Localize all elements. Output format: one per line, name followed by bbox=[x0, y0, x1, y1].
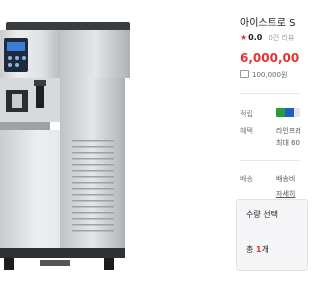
card-benefit-line2: 최대 60 bbox=[276, 139, 300, 147]
product-image[interactable] bbox=[0, 0, 226, 300]
total-suffix: 개 bbox=[261, 245, 269, 254]
product-title: 아이스트로 S bbox=[240, 18, 296, 29]
points-value: 100,000원 bbox=[252, 71, 288, 79]
points-info: 100,000원 bbox=[240, 70, 287, 80]
benefit-label: 적립 bbox=[240, 110, 253, 118]
truck-icon bbox=[240, 70, 249, 78]
divider bbox=[240, 160, 300, 161]
star-icon: ★ bbox=[240, 33, 248, 42]
card-badge-icon bbox=[276, 108, 300, 117]
rating-summary: ★0.0 0건 리뷰 bbox=[240, 33, 294, 43]
total-prefix: 총 bbox=[246, 245, 256, 254]
shipping-detail-link[interactable]: 자세히 bbox=[276, 189, 295, 199]
quantity-label: 수량 선택 bbox=[246, 210, 278, 219]
ice-cream-machine-illustration bbox=[0, 22, 130, 270]
card-benefit-line1: 라인프레 bbox=[276, 127, 300, 135]
product-price: 6,000,000 bbox=[240, 51, 300, 65]
divider bbox=[240, 93, 300, 94]
shipping-label: 배송 bbox=[240, 175, 253, 183]
card-benefit-label: 혜택 bbox=[240, 127, 253, 135]
shipping-value: 배송비 bbox=[276, 175, 296, 183]
rating-score: 0.0 bbox=[248, 33, 263, 42]
quantity-total: 총 1개 bbox=[246, 244, 269, 255]
review-count[interactable]: 0건 리뷰 bbox=[268, 34, 294, 42]
